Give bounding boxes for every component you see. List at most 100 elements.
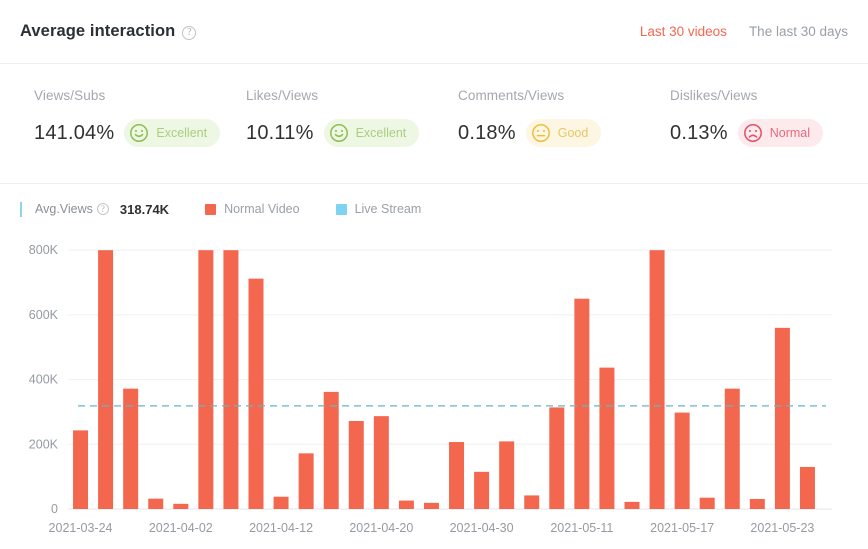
- bar[interactable]: [123, 388, 139, 509]
- bar[interactable]: [398, 500, 414, 509]
- x-axis-tick-label: 2021-04-12: [249, 521, 313, 535]
- bar-rect[interactable]: [173, 503, 189, 509]
- bar-rect[interactable]: [273, 496, 289, 509]
- bar[interactable]: [774, 327, 790, 509]
- x-axis-tick-label: 2021-05-11: [550, 521, 613, 535]
- bar[interactable]: [173, 503, 189, 509]
- frown-face-icon: [743, 123, 763, 143]
- bar-rect[interactable]: [799, 466, 815, 509]
- question-circle-icon[interactable]: ?: [96, 203, 109, 215]
- bar[interactable]: [674, 412, 690, 509]
- bar-rect[interactable]: [474, 471, 490, 509]
- bar[interactable]: [649, 250, 665, 510]
- time-range-tabs: Last 30 videos The last 30 days: [640, 24, 848, 39]
- bar-chart-canvas[interactable]: 0 200K 400K 600K 800K 2021-03-24 2021-04-02 202…: [0, 220, 868, 549]
- legend-swatch-normal-video: [205, 203, 217, 215]
- bar[interactable]: [799, 466, 815, 509]
- panel-header-left: Average interaction ?: [20, 22, 197, 41]
- bar-rect[interactable]: [298, 453, 314, 509]
- chart-legend: Avg.Views ? 318.74K Normal Video Live St…: [0, 184, 868, 220]
- bar-rect[interactable]: [524, 495, 540, 509]
- status-badge-label: Excellent: [355, 126, 407, 140]
- bar[interactable]: [273, 496, 289, 509]
- bar[interactable]: [624, 501, 640, 509]
- bar[interactable]: [373, 416, 389, 509]
- metric-comments-views: Comments/Views 0.18% Good: [458, 88, 670, 183]
- legend-swatch-live-stream: [335, 203, 347, 215]
- bar-rect[interactable]: [98, 250, 114, 510]
- status-badge: Normal: [737, 119, 824, 147]
- bar-rect[interactable]: [549, 407, 565, 509]
- bar[interactable]: [724, 388, 740, 509]
- bar[interactable]: [98, 250, 114, 510]
- bar[interactable]: [298, 453, 314, 509]
- bar-rect[interactable]: [649, 250, 665, 510]
- bar-rect[interactable]: [574, 298, 590, 509]
- neutral-face-icon: [531, 123, 551, 143]
- bar[interactable]: [499, 441, 515, 509]
- bar-rect[interactable]: [348, 421, 364, 509]
- tab-last-30-videos[interactable]: Last 30 videos: [640, 24, 727, 39]
- bar-rect[interactable]: [123, 388, 139, 509]
- bar[interactable]: [73, 430, 89, 509]
- bar[interactable]: [148, 498, 164, 509]
- y-axis-tick-label: 400K: [29, 373, 59, 387]
- bar-rect[interactable]: [148, 498, 164, 509]
- smile-face-icon: [129, 123, 149, 143]
- bar-rect[interactable]: [373, 416, 389, 509]
- bar-rect[interactable]: [323, 391, 339, 509]
- bar-rect[interactable]: [398, 500, 414, 509]
- bar[interactable]: [749, 498, 765, 509]
- bar[interactable]: [474, 471, 490, 509]
- metric-likes-views: Likes/Views 10.11% Excellent: [246, 88, 458, 183]
- status-badge-label: Good: [557, 126, 589, 140]
- bar-rect[interactable]: [724, 388, 740, 509]
- tab-last-30-days[interactable]: The last 30 days: [749, 24, 848, 39]
- bar-rect[interactable]: [774, 327, 790, 509]
- bar-rect[interactable]: [449, 442, 465, 509]
- bar[interactable]: [549, 407, 565, 509]
- y-axis-tick-label: 200K: [29, 437, 59, 451]
- bar-rect[interactable]: [73, 430, 89, 509]
- bar[interactable]: [524, 495, 540, 509]
- bar[interactable]: [348, 421, 364, 509]
- legend-label-live-stream: Live Stream: [354, 202, 422, 216]
- bar-rect[interactable]: [599, 367, 615, 509]
- bar[interactable]: [198, 250, 214, 510]
- status-badge: Good: [525, 119, 602, 147]
- bar[interactable]: [423, 502, 439, 509]
- metric-label: Comments/Views: [458, 88, 565, 103]
- bar[interactable]: [599, 367, 615, 509]
- metric-label: Views/Subs: [34, 88, 106, 103]
- bar[interactable]: [223, 250, 239, 510]
- legend-avg-label: Avg.Views: [35, 202, 93, 216]
- bar[interactable]: [574, 298, 590, 509]
- metric-value-row: 141.04% Excellent: [34, 119, 246, 147]
- x-axis-tick-label: 2021-04-02: [149, 521, 213, 535]
- status-badge: Excellent: [323, 119, 420, 147]
- bar-rect[interactable]: [624, 501, 640, 509]
- legend-item-normal-video[interactable]: Normal Video: [205, 202, 300, 216]
- bar-rect[interactable]: [223, 250, 239, 510]
- y-axis-tick-label: 0: [51, 502, 58, 516]
- bar-chart[interactable]: 0 200K 400K 600K 800K 2021-03-24 2021-04-02 202…: [0, 220, 868, 549]
- bar[interactable]: [248, 278, 264, 509]
- status-badge-label: Normal: [769, 126, 811, 140]
- bar[interactable]: [449, 442, 465, 509]
- bar-rect[interactable]: [423, 502, 439, 509]
- bar-rect[interactable]: [499, 441, 515, 509]
- average-interaction-panel: Average interaction ? Last 30 videos The…: [0, 0, 868, 549]
- metric-value: 10.11%: [246, 121, 314, 144]
- bar-rect[interactable]: [248, 278, 264, 509]
- status-badge: Excellent: [124, 119, 221, 147]
- bar-rect[interactable]: [198, 250, 214, 510]
- bar[interactable]: [699, 497, 715, 509]
- bar-rect[interactable]: [674, 412, 690, 509]
- legend-label-normal-video: Normal Video: [224, 202, 300, 216]
- bar-rect[interactable]: [699, 497, 715, 509]
- legend-item-live-stream[interactable]: Live Stream: [335, 202, 422, 216]
- question-circle-icon[interactable]: ?: [182, 25, 197, 40]
- x-axis-tick-label: 2021-05-17: [650, 521, 714, 535]
- bar-rect[interactable]: [749, 498, 765, 509]
- bar[interactable]: [323, 391, 339, 509]
